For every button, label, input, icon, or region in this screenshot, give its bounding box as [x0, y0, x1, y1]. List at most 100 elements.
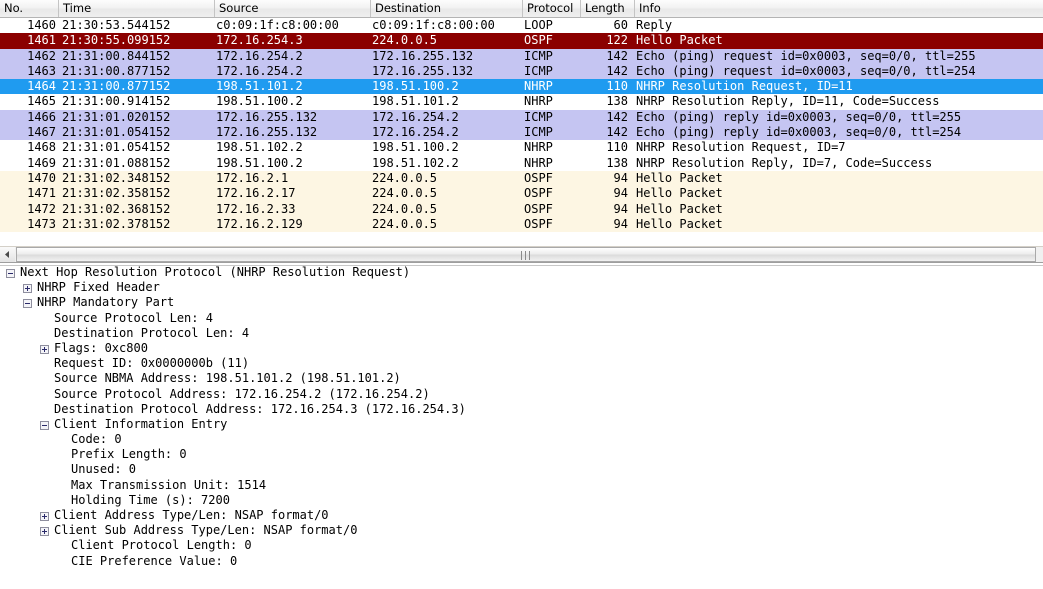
protocol-tree-row[interactable]: Client Protocol Length: 0: [0, 538, 1043, 553]
protocol-tree-row[interactable]: Source NBMA Address: 198.51.101.2 (198.5…: [0, 371, 1043, 386]
packet-cell-no: 1460: [0, 18, 56, 33]
column-header-length[interactable]: Length: [580, 0, 634, 17]
expand-icon[interactable]: [23, 284, 32, 293]
protocol-tree-row[interactable]: NHRP Mandatory Part: [0, 295, 1043, 310]
packet-list-rows[interactable]: 146021:30:53.544152c0:09:1f:c8:00:00c0:0…: [0, 18, 1043, 232]
column-header-time[interactable]: Time: [58, 0, 214, 17]
packet-cell-dest: 172.16.254.2: [372, 110, 520, 125]
protocol-tree-row[interactable]: Next Hop Resolution Protocol (NHRP Resol…: [0, 265, 1043, 280]
packet-cell-source: 172.16.255.132: [216, 125, 364, 140]
packet-cell-protocol: ICMP: [524, 64, 582, 79]
packet-cell-length: 110: [578, 79, 628, 94]
protocol-tree-row[interactable]: NHRP Fixed Header: [0, 280, 1043, 295]
protocol-tree-row[interactable]: Flags: 0xc800: [0, 341, 1043, 356]
protocol-tree-label: Client Protocol Length: 0: [71, 538, 252, 553]
packet-cell-length: 94: [578, 217, 628, 232]
packet-row[interactable]: 146921:31:01.088152198.51.100.2198.51.10…: [0, 156, 1043, 171]
protocol-tree-row[interactable]: Client Information Entry: [0, 417, 1043, 432]
packet-row[interactable]: 146721:31:01.054152172.16.255.132172.16.…: [0, 125, 1043, 140]
column-header-info[interactable]: Info: [634, 0, 1043, 17]
packet-list-column-headers[interactable]: No.TimeSourceDestinationProtocolLengthIn…: [0, 0, 1043, 18]
protocol-tree-label: Prefix Length: 0: [71, 447, 187, 462]
packet-list-pane[interactable]: No.TimeSourceDestinationProtocolLengthIn…: [0, 0, 1043, 246]
packet-cell-protocol: OSPF: [524, 171, 582, 186]
protocol-tree-row[interactable]: Prefix Length: 0: [0, 447, 1043, 462]
scrollbar-grip-icon: [521, 251, 531, 260]
protocol-tree-label: Source Protocol Address: 172.16.254.2 (1…: [54, 387, 430, 402]
protocol-tree-label: Client Sub Address Type/Len: NSAP format…: [54, 523, 357, 538]
packet-row[interactable]: 146621:31:01.020152172.16.255.132172.16.…: [0, 110, 1043, 125]
packet-cell-info: Echo (ping) request id=0x0003, seq=0/0, …: [636, 49, 1042, 64]
scrollbar-thumb[interactable]: [16, 247, 1036, 262]
packet-row[interactable]: 147221:31:02.368152172.16.2.33224.0.0.5O…: [0, 202, 1043, 217]
column-header-dest[interactable]: Destination: [370, 0, 522, 17]
packet-cell-source: 172.16.2.17: [216, 186, 364, 201]
packet-cell-protocol: NHRP: [524, 140, 582, 155]
packet-cell-time: 21:31:02.348152: [62, 171, 208, 186]
protocol-tree-row[interactable]: Client Address Type/Len: NSAP format/0: [0, 508, 1043, 523]
protocol-tree-label: NHRP Fixed Header: [37, 280, 160, 295]
packet-cell-length: 110: [578, 140, 628, 155]
packet-row[interactable]: 146521:31:00.914152198.51.100.2198.51.10…: [0, 94, 1043, 109]
protocol-tree-label: Client Address Type/Len: NSAP format/0: [54, 508, 329, 523]
protocol-tree-label: CIE Preference Value: 0: [71, 554, 237, 569]
packet-row[interactable]: 146321:31:00.877152172.16.254.2172.16.25…: [0, 64, 1043, 79]
protocol-tree-row[interactable]: Source Protocol Len: 4: [0, 311, 1043, 326]
packet-cell-time: 21:31:02.368152: [62, 202, 208, 217]
packet-cell-time: 21:31:00.877152: [62, 64, 208, 79]
packet-cell-info: Hello Packet: [636, 33, 1042, 48]
packet-cell-source: 198.51.102.2: [216, 140, 364, 155]
packet-cell-protocol: ICMP: [524, 49, 582, 64]
packet-row[interactable]: 147321:31:02.378152172.16.2.129224.0.0.5…: [0, 217, 1043, 232]
packet-cell-time: 21:31:02.358152: [62, 186, 208, 201]
protocol-tree-row[interactable]: Destination Protocol Address: 172.16.254…: [0, 402, 1043, 417]
packet-cell-protocol: OSPF: [524, 202, 582, 217]
column-header-source[interactable]: Source: [214, 0, 370, 17]
packet-cell-dest: c0:09:1f:c8:00:00: [372, 18, 520, 33]
packet-cell-source: 198.51.101.2: [216, 79, 364, 94]
protocol-tree-row[interactable]: Holding Time (s): 7200: [0, 493, 1043, 508]
protocol-tree-row[interactable]: Source Protocol Address: 172.16.254.2 (1…: [0, 387, 1043, 402]
packet-row[interactable]: 146821:31:01.054152198.51.102.2198.51.10…: [0, 140, 1043, 155]
protocol-tree-row[interactable]: Destination Protocol Len: 4: [0, 326, 1043, 341]
packet-detail-pane[interactable]: Next Hop Resolution Protocol (NHRP Resol…: [0, 264, 1043, 589]
collapse-icon[interactable]: [6, 269, 15, 278]
collapse-icon[interactable]: [40, 421, 49, 430]
packet-cell-dest: 224.0.0.5: [372, 186, 520, 201]
packet-row[interactable]: 146121:30:55.099152172.16.254.3224.0.0.5…: [0, 33, 1043, 48]
expand-icon[interactable]: [40, 527, 49, 536]
protocol-tree-row[interactable]: Code: 0: [0, 432, 1043, 447]
scroll-left-arrow-icon[interactable]: [0, 247, 15, 262]
packet-cell-length: 94: [578, 202, 628, 217]
column-header-protocol[interactable]: Protocol: [522, 0, 580, 17]
packet-cell-no: 1472: [0, 202, 56, 217]
protocol-tree-row[interactable]: Request ID: 0x0000000b (11): [0, 356, 1043, 371]
packet-cell-length: 94: [578, 186, 628, 201]
packet-cell-dest: 172.16.255.132: [372, 64, 520, 79]
packet-row[interactable]: 146221:31:00.844152172.16.254.2172.16.25…: [0, 49, 1043, 64]
packet-list-horizontal-scrollbar[interactable]: [0, 246, 1043, 263]
protocol-tree[interactable]: Next Hop Resolution Protocol (NHRP Resol…: [0, 265, 1043, 569]
packet-row[interactable]: 147121:31:02.358152172.16.2.17224.0.0.5O…: [0, 186, 1043, 201]
packet-row[interactable]: 146021:30:53.544152c0:09:1f:c8:00:00c0:0…: [0, 18, 1043, 33]
packet-cell-info: NHRP Resolution Reply, ID=7, Code=Succes…: [636, 156, 1042, 171]
protocol-tree-row[interactable]: Client Sub Address Type/Len: NSAP format…: [0, 523, 1043, 538]
packet-cell-no: 1467: [0, 125, 56, 140]
column-header-no[interactable]: No.: [0, 0, 58, 17]
packet-row[interactable]: 146421:31:00.877152198.51.101.2198.51.10…: [0, 79, 1043, 94]
expand-icon[interactable]: [40, 345, 49, 354]
packet-cell-source: c0:09:1f:c8:00:00: [216, 18, 364, 33]
packet-cell-no: 1464: [0, 79, 56, 94]
packet-row[interactable]: 147021:31:02.348152172.16.2.1224.0.0.5OS…: [0, 171, 1043, 186]
packet-cell-no: 1465: [0, 94, 56, 109]
packet-cell-no: 1468: [0, 140, 56, 155]
collapse-icon[interactable]: [23, 299, 32, 308]
packet-cell-dest: 224.0.0.5: [372, 217, 520, 232]
packet-cell-info: Hello Packet: [636, 186, 1042, 201]
packet-cell-protocol: LOOP: [524, 18, 582, 33]
expand-icon[interactable]: [40, 512, 49, 521]
protocol-tree-row[interactable]: Unused: 0: [0, 462, 1043, 477]
protocol-tree-row[interactable]: Max Transmission Unit: 1514: [0, 478, 1043, 493]
protocol-tree-row[interactable]: CIE Preference Value: 0: [0, 554, 1043, 569]
packet-cell-protocol: OSPF: [524, 186, 582, 201]
